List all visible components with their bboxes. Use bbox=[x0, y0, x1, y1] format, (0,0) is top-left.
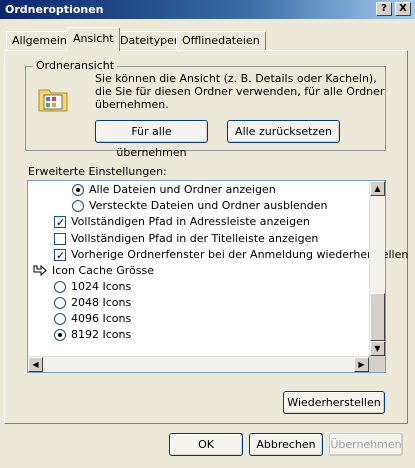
tab-offlinedateien[interactable]: Offlinedateien bbox=[176, 31, 266, 50]
title-bar[interactable]: Ordneroptionen ? X bbox=[0, 0, 415, 19]
setting-label: 1024 Icons bbox=[71, 280, 132, 293]
setting-label: Alle Dateien und Ordner anzeigen bbox=[89, 183, 276, 196]
reset-all-button[interactable]: Alle zurücksetzen bbox=[227, 120, 340, 143]
advanced-settings-list[interactable]: Alle Dateien und Ordner anzeigen Verstec… bbox=[27, 180, 408, 373]
setting-label: 8192 Icons bbox=[71, 328, 132, 341]
scrollbar-corner bbox=[369, 356, 385, 372]
help-button[interactable]: ? bbox=[376, 2, 392, 16]
setting-label: 4096 Icons bbox=[71, 312, 132, 325]
radio-button[interactable] bbox=[72, 184, 84, 196]
restore-defaults-button[interactable]: Wiederherstellen bbox=[283, 391, 385, 414]
apply-button[interactable]: Übernehmen bbox=[329, 433, 403, 456]
ok-button[interactable]: OK bbox=[169, 433, 243, 456]
tab-allgemein[interactable]: Allgemein bbox=[6, 31, 73, 50]
setting-label: 2048 Icons bbox=[71, 296, 132, 309]
radio-button[interactable] bbox=[54, 281, 66, 293]
horizontal-scrollbar[interactable]: ◀ ▶ bbox=[28, 356, 369, 372]
window-title: Ordneroptionen bbox=[5, 3, 104, 16]
checkbox[interactable] bbox=[54, 215, 66, 231]
tab-ansicht[interactable]: Ansicht bbox=[67, 27, 120, 51]
group-label: Icon Cache Grösse bbox=[52, 264, 154, 277]
vertical-scrollbar[interactable]: ▲ ▼ bbox=[369, 181, 385, 356]
checkbox[interactable] bbox=[54, 248, 66, 264]
folder-view-icon bbox=[38, 89, 68, 112]
scroll-up-button[interactable]: ▲ bbox=[370, 181, 385, 196]
apply-to-all-button[interactable]: Für alle übernehmen bbox=[95, 120, 208, 159]
cancel-button[interactable]: Abbrechen bbox=[249, 433, 323, 456]
folder-view-title: Ordneransicht bbox=[33, 59, 118, 72]
scroll-thumb[interactable] bbox=[370, 293, 385, 341]
setting-label: Vollständigen Pfad in Adressleiste anzei… bbox=[71, 215, 310, 228]
advanced-settings-label: Erweiterte Einstellungen: bbox=[28, 165, 167, 178]
scroll-down-button[interactable]: ▼ bbox=[370, 341, 385, 356]
setting-label: Versteckte Dateien und Ordner ausblenden bbox=[89, 199, 328, 212]
setting-label: Vorherige Ordnerfenster bei der Anmeldun… bbox=[71, 248, 409, 261]
radio-button[interactable] bbox=[54, 297, 66, 309]
setting-label: Vollständigen Pfad in der Titelleiste an… bbox=[71, 232, 319, 245]
radio-button[interactable] bbox=[54, 313, 66, 325]
radio-button[interactable] bbox=[72, 200, 84, 212]
radio-button[interactable] bbox=[54, 329, 66, 341]
scroll-right-button[interactable]: ▶ bbox=[354, 357, 369, 372]
checkbox[interactable] bbox=[54, 233, 66, 245]
folder-view-description: Sie können die Ansicht (z. B. Details od… bbox=[95, 72, 385, 111]
close-button[interactable]: X bbox=[395, 2, 411, 16]
arrow-right-icon bbox=[33, 265, 47, 277]
scroll-left-button[interactable]: ◀ bbox=[28, 357, 43, 372]
